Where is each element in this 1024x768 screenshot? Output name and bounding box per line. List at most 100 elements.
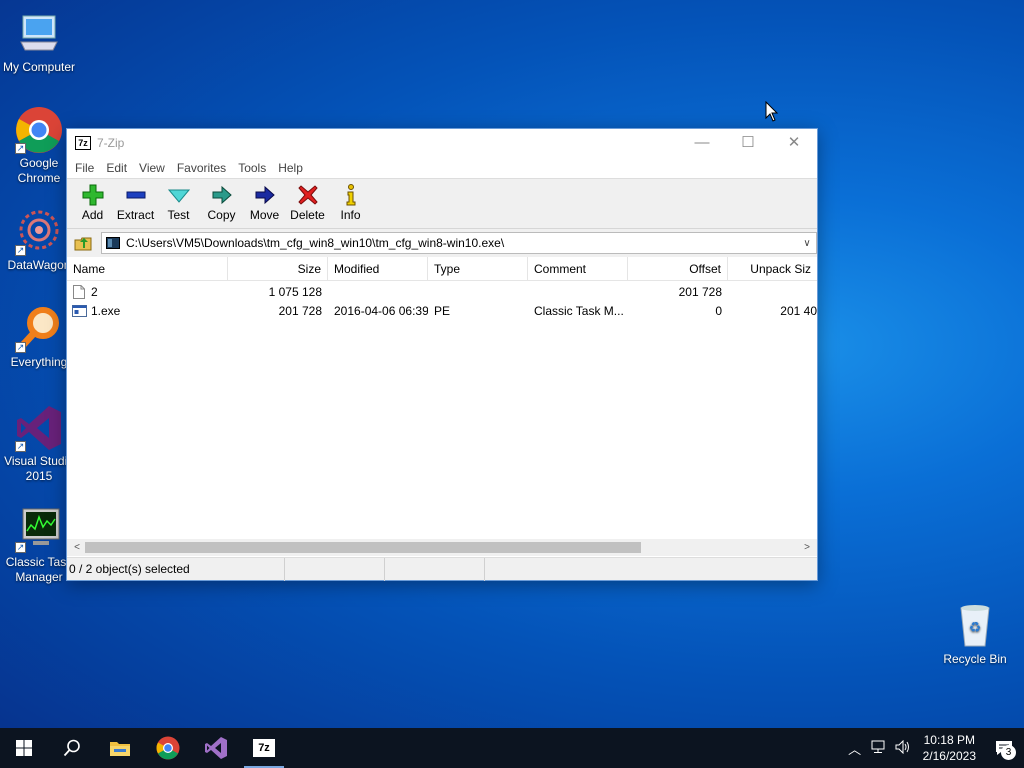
row-offset: 201 728	[678, 285, 722, 299]
desktop-icon-my-computer[interactable]: My Computer	[0, 10, 78, 75]
scroll-thumb[interactable]	[85, 542, 641, 553]
column-unpack-size[interactable]: Unpack Siz	[728, 257, 817, 281]
menu-help[interactable]: Help	[272, 161, 309, 175]
visual-studio-icon: ↗	[15, 404, 63, 452]
row-name: 2	[91, 285, 98, 299]
shortcut-arrow-icon: ↗	[15, 245, 26, 256]
system-tray: ︿ 10:18 PM 2/16/2023 3	[843, 728, 1024, 768]
menu-file[interactable]: File	[69, 161, 100, 175]
minimize-button[interactable]: —	[679, 129, 725, 157]
extract-button[interactable]: Extract	[114, 179, 157, 228]
menu-view[interactable]: View	[133, 161, 171, 175]
maximize-button[interactable]: ☐	[725, 129, 771, 157]
row-modified: 2016-04-06 06:39	[334, 304, 428, 318]
taskbar-visual-studio[interactable]	[192, 728, 240, 768]
up-folder-icon	[74, 237, 92, 251]
window-title: 7-Zip	[97, 136, 125, 150]
taskbar-chrome[interactable]	[144, 728, 192, 768]
search-button[interactable]	[48, 728, 96, 768]
menu-bar: File Edit View Favorites Tools Help	[67, 157, 817, 179]
taskbar-file-explorer[interactable]	[96, 728, 144, 768]
action-center-button[interactable]: 3	[984, 728, 1024, 768]
column-modified[interactable]: Modified	[328, 257, 428, 281]
menu-tools[interactable]: Tools	[232, 161, 272, 175]
menu-favorites[interactable]: Favorites	[171, 161, 232, 175]
datawagon-icon: ↗	[15, 208, 63, 256]
7zip-icon: 7z	[253, 739, 275, 757]
status-bar: 0 / 2 object(s) selected	[67, 557, 817, 581]
scroll-left-icon[interactable]: <	[69, 539, 85, 556]
shortcut-arrow-icon: ↗	[15, 441, 26, 452]
notification-badge: 3	[1001, 745, 1016, 760]
path-field[interactable]: C:\Users\VM5\Downloads\tm_cfg_win8_win10…	[101, 232, 817, 254]
desktop-icon-label: Google Chrome	[17, 156, 61, 185]
move-button[interactable]: Move	[243, 179, 286, 228]
network-icon[interactable]	[867, 740, 891, 757]
status-section-2	[285, 558, 385, 581]
menu-edit[interactable]: Edit	[100, 161, 133, 175]
up-folder-button[interactable]	[71, 232, 95, 254]
taskbar-7zip[interactable]: 7z	[240, 728, 288, 768]
desktop-icon-label: Classic Task Manager	[5, 555, 73, 584]
column-name[interactable]: Name	[67, 257, 228, 281]
svg-text:♻: ♻	[969, 620, 982, 636]
column-size[interactable]: Size	[228, 257, 328, 281]
clock-date: 2/16/2023	[922, 749, 976, 763]
copy-button[interactable]: Copy	[200, 179, 243, 228]
visual-studio-icon	[205, 737, 227, 759]
close-button[interactable]: ✕	[771, 129, 817, 157]
row-modified	[328, 283, 428, 302]
test-button[interactable]: Test	[157, 179, 200, 228]
chrome-icon: ↗	[15, 106, 63, 154]
7zip-app-icon: 7z	[75, 136, 91, 150]
horizontal-scrollbar[interactable]: < >	[67, 539, 817, 556]
column-type[interactable]: Type	[428, 257, 528, 281]
title-bar[interactable]: 7z 7-Zip — ☐ ✕	[67, 129, 817, 157]
chrome-icon	[156, 736, 180, 760]
address-bar: C:\Users\VM5\Downloads\tm_cfg_win8_win10…	[67, 229, 817, 257]
row-type: PE	[434, 304, 451, 318]
mouse-cursor-icon	[765, 100, 779, 126]
computer-icon	[15, 10, 63, 58]
desktop-icon-label: Recycle Bin	[943, 652, 1007, 666]
chevron-up-icon[interactable]: ︿	[843, 739, 867, 758]
chevron-down-icon[interactable]: ∨	[798, 238, 816, 249]
file-list: 2 1 075 128 201 728 1.exe 201 728 2016-0…	[67, 281, 817, 545]
minus-icon	[126, 191, 145, 199]
row-type	[428, 283, 528, 302]
row-comment: Classic Task M...	[534, 304, 624, 318]
taskbar: 7z ︿ 10:18 PM 2/16/2023 3	[0, 728, 1024, 768]
magnifier-icon: ↗	[15, 305, 63, 353]
delete-button[interactable]: Delete	[286, 179, 329, 228]
row-size: 201 728	[278, 304, 322, 318]
desktop-icon-label: DataWagon	[7, 258, 71, 272]
clock[interactable]: 10:18 PM 2/16/2023	[915, 732, 984, 764]
row-size: 1 075 128	[268, 285, 322, 299]
path-text: C:\Users\VM5\Downloads\tm_cfg_win8_win10…	[126, 236, 505, 250]
scroll-right-icon[interactable]: >	[799, 539, 815, 556]
shortcut-arrow-icon: ↗	[15, 342, 26, 353]
table-row[interactable]: 2 1 075 128 201 728	[67, 283, 817, 302]
archive-icon	[106, 237, 120, 249]
row-offset: 0	[715, 304, 722, 318]
column-comment[interactable]: Comment	[528, 257, 628, 281]
recycle-bin-icon: ♻	[951, 602, 999, 650]
desktop-icon-recycle-bin[interactable]: ♻ Recycle Bin	[936, 602, 1014, 667]
toolbar: Add Extract Test Copy Move Delete Info	[67, 179, 817, 229]
status-section-4	[485, 558, 817, 581]
7zip-window: 7z 7-Zip — ☐ ✕ File Edit View Favorites …	[66, 128, 818, 581]
row-name: 1.exe	[91, 304, 121, 318]
info-button[interactable]: Info	[329, 179, 372, 228]
plus-icon	[82, 184, 103, 206]
info-icon	[346, 184, 355, 206]
search-icon	[63, 739, 80, 757]
start-button[interactable]	[0, 728, 48, 768]
table-row[interactable]: 1.exe 201 728 2016-04-06 06:39 PE Classi…	[67, 302, 817, 321]
status-selection: 0 / 2 object(s) selected	[67, 558, 285, 581]
delete-x-icon	[297, 185, 318, 205]
start-icon	[16, 740, 32, 756]
column-offset[interactable]: Offset	[628, 257, 728, 281]
move-arrow-icon	[255, 185, 275, 205]
add-button[interactable]: Add	[71, 179, 114, 228]
volume-icon[interactable]	[891, 739, 915, 757]
